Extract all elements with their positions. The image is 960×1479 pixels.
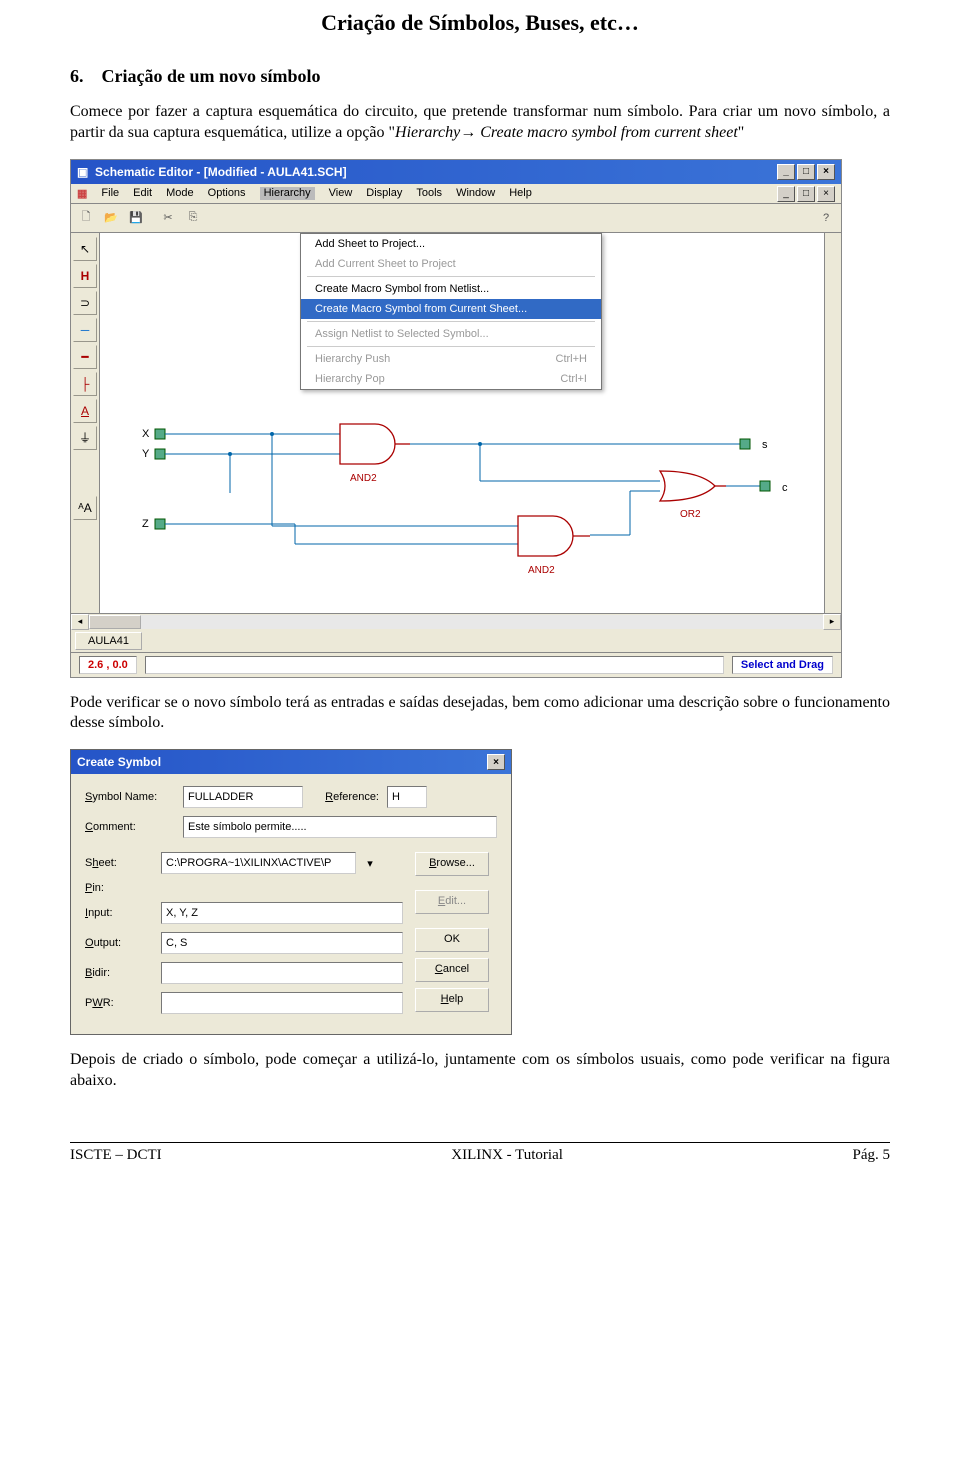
gate-and2-2: AND2	[528, 565, 555, 576]
page-footer: ISCTE – DCTI XILINX - Tutorial Pág. 5	[70, 1142, 890, 1164]
tool-text-icon[interactable]: ᴬA	[73, 496, 97, 520]
paragraph-2: Pode verificar se o novo símbolo terá as…	[70, 693, 890, 735]
menu-window[interactable]: Window	[456, 187, 495, 200]
status-coordinates: 2.6 , 0.0	[79, 656, 137, 674]
tool-hierarchy-icon[interactable]: H	[73, 264, 97, 288]
sheet-label: Sheet:	[85, 857, 153, 869]
tool-open-icon[interactable]: 📂	[100, 207, 122, 229]
input-pins-input[interactable]	[161, 902, 403, 924]
reference-label: Reference:	[311, 791, 379, 803]
footer-left: ISCTE – DCTI	[70, 1147, 162, 1164]
tool-pointer-icon[interactable]: ↖	[73, 237, 97, 261]
menu-display[interactable]: Display	[366, 187, 402, 200]
menu-hierarchy-push: Hierarchy PushCtrl+H	[301, 349, 601, 369]
tool-cut-icon[interactable]: ✂	[157, 207, 179, 229]
footer-right: Pág. 5	[853, 1147, 891, 1164]
doc-minimize-button[interactable]: _	[777, 186, 795, 202]
menu-create-from-netlist[interactable]: Create Macro Symbol from Netlist...	[301, 279, 601, 299]
pin-s: s	[762, 439, 768, 451]
bidir-label: Bidir:	[85, 967, 153, 979]
pin-y: Y	[142, 448, 150, 460]
sheet-tab[interactable]: AULA41	[75, 632, 142, 650]
menu-help[interactable]: Help	[509, 187, 532, 200]
schematic-editor-window: ▣ Schematic Editor - [Modified - AULA41.…	[70, 159, 842, 678]
tool-gate-icon[interactable]: ⊃	[73, 291, 97, 315]
dialog-close-button[interactable]: ×	[487, 754, 505, 770]
sheet-input[interactable]	[161, 852, 356, 874]
page-header: Criação de Símbolos, Buses, etc…	[70, 10, 890, 36]
help-button[interactable]: Help	[415, 988, 489, 1012]
tool-palette: ↖ H ⊃ ─ ━ ├ A ⏚ ᴬA	[71, 233, 100, 613]
menubar: ▦ File Edit Mode Options Hierarchy View …	[71, 184, 841, 204]
vertical-scrollbar[interactable]	[824, 233, 841, 613]
menu-file[interactable]: File	[101, 187, 119, 200]
menu-add-current-sheet: Add Current Sheet to Project	[301, 254, 601, 274]
hierarchy-dropdown: Add Sheet to Project... Add Current Shee…	[300, 233, 602, 390]
menu-assign-netlist: Assign Netlist to Selected Symbol...	[301, 324, 601, 344]
tool-label-icon[interactable]: A	[73, 399, 97, 423]
tool-help-icon[interactable]: ?	[815, 207, 837, 229]
input-label: Input:	[85, 907, 153, 919]
comment-input[interactable]	[183, 816, 497, 838]
pin-z: Z	[142, 518, 149, 530]
maximize-button[interactable]: □	[797, 164, 815, 180]
menu-hierarchy-pop: Hierarchy PopCtrl+I	[301, 369, 601, 389]
tool-wire-icon[interactable]: ─	[73, 318, 97, 342]
output-label: Output:	[85, 937, 153, 949]
edit-button: Edit...	[415, 890, 489, 914]
menubar-icon: ▦	[77, 187, 87, 200]
close-button[interactable]: ×	[817, 164, 835, 180]
cancel-button[interactable]: Cancel	[415, 958, 489, 982]
symbol-name-label: Symbol Name:	[85, 791, 175, 803]
ok-button[interactable]: OK	[415, 928, 489, 952]
gate-and2-1: AND2	[350, 473, 377, 484]
tool-copy-icon[interactable]: ⎘	[182, 207, 204, 229]
pin-x: X	[142, 428, 150, 440]
menu-tools[interactable]: Tools	[416, 187, 442, 200]
dialog-title: Create Symbol	[77, 755, 161, 769]
pwr-label: PWR:	[85, 997, 153, 1009]
toolbar: 🗋 📂 💾 ✂ ⎘ ?	[71, 204, 841, 233]
footer-center: XILINX - Tutorial	[451, 1147, 563, 1164]
comment-label: Comment:	[85, 821, 175, 833]
gate-or2: OR2	[680, 509, 701, 520]
paragraph-1: Comece por fazer a captura esquemática d…	[70, 102, 890, 144]
status-mode: Select and Drag	[732, 656, 833, 674]
section-title: 6. Criação de um novo símbolo	[70, 66, 890, 87]
schematic-canvas[interactable]: Add Sheet to Project... Add Current Shee…	[100, 233, 841, 613]
scroll-track[interactable]	[89, 615, 823, 629]
menu-hierarchy[interactable]: Hierarchy	[260, 187, 315, 200]
scroll-left-button[interactable]: ◂	[71, 614, 89, 630]
pin-label: Pin:	[85, 882, 153, 894]
tool-bus-icon[interactable]: ━	[73, 345, 97, 369]
output-pins-input[interactable]	[161, 932, 403, 954]
pwr-pins-input[interactable]	[161, 992, 403, 1014]
menu-create-from-sheet[interactable]: Create Macro Symbol from Current Sheet..…	[301, 299, 601, 319]
reference-input[interactable]	[387, 786, 427, 808]
tool-save-icon[interactable]: 💾	[125, 207, 147, 229]
menu-mode[interactable]: Mode	[166, 187, 194, 200]
doc-maximize-button[interactable]: □	[797, 186, 815, 202]
tool-new-icon[interactable]: 🗋	[75, 207, 97, 229]
app-icon: ▣	[77, 165, 88, 179]
tool-net-icon[interactable]: ├	[73, 372, 97, 396]
doc-close-button[interactable]: ×	[817, 186, 835, 202]
bidir-pins-input[interactable]	[161, 962, 403, 984]
symbol-name-input[interactable]	[183, 786, 303, 808]
paragraph-3: Depois de criado o símbolo, pode começar…	[70, 1050, 890, 1092]
menu-edit[interactable]: Edit	[133, 187, 152, 200]
tool-power-icon[interactable]: ⏚	[73, 426, 97, 450]
minimize-button[interactable]: _	[777, 164, 795, 180]
scroll-right-button[interactable]: ▸	[823, 614, 841, 630]
pin-c: c	[782, 482, 788, 494]
menu-add-sheet[interactable]: Add Sheet to Project...	[301, 234, 601, 254]
create-symbol-dialog: Create Symbol × Symbol Name: Reference: …	[70, 749, 512, 1035]
menu-view[interactable]: View	[329, 187, 353, 200]
browse-button[interactable]: Browse...	[415, 852, 489, 876]
menu-options[interactable]: Options	[208, 187, 246, 200]
editor-titlebar: ▣ Schematic Editor - [Modified - AULA41.…	[71, 160, 841, 184]
